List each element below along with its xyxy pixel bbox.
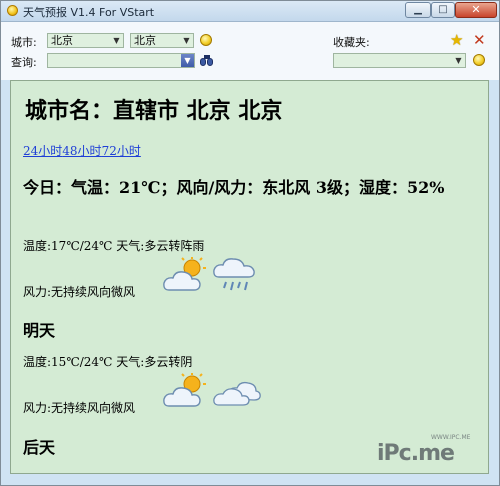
partly-cloudy-icon xyxy=(163,257,206,291)
day1-temperature: 温度:17℃/24℃ 天气:多云转阵雨 xyxy=(23,239,205,253)
binoculars-search-icon[interactable] xyxy=(200,55,214,67)
remove-favorite-icon[interactable]: ✕ xyxy=(473,33,486,48)
link-24h[interactable]: 24小时 xyxy=(23,144,62,158)
day1-wind: 风力:无持续风向微风 xyxy=(23,285,136,299)
chevron-down-icon[interactable]: ▼ xyxy=(181,54,194,67)
today-summary: 今日：气温：21℃；风向/风力：东北风 3级；湿度：52% xyxy=(23,178,445,197)
province-select[interactable]: 北京 ▼ xyxy=(47,33,124,48)
cloudy-icon xyxy=(213,381,261,406)
app-window: 天气预报 V1.4 For VStart ▁ □ ✕ 城市: 北京 ▼ 北京 ▼… xyxy=(0,0,500,486)
maximize-button[interactable]: □ xyxy=(431,2,455,18)
day-after-tomorrow-heading: 后天 xyxy=(23,438,56,457)
close-icon: ✕ xyxy=(471,3,481,16)
minimize-button[interactable]: ▁ xyxy=(405,2,431,18)
tomorrow-heading: 明天 xyxy=(23,321,56,340)
favorites-label: 收藏夹: xyxy=(333,36,370,49)
chevron-down-icon: ▼ xyxy=(113,36,120,45)
day2-temperature: 温度:15℃/24℃ 天气:多云转阴 xyxy=(23,355,193,369)
maximize-icon: □ xyxy=(438,4,448,15)
link-48h[interactable]: 48小时 xyxy=(62,144,101,158)
chevron-down-icon: ▼ xyxy=(183,36,190,45)
refresh-orb-icon[interactable] xyxy=(200,34,212,46)
partly-cloudy-icon xyxy=(163,373,206,407)
query-input[interactable]: ▼ xyxy=(47,53,195,68)
forecast-panel: 城市名：直辖市 北京 北京 24小时48小时72小时 今日：气温：21℃；风向/… xyxy=(10,80,489,474)
city-value: 北京 xyxy=(134,34,156,47)
city-title: 城市名：直辖市 北京 北京 xyxy=(25,98,283,124)
close-window-button[interactable]: ✕ xyxy=(455,2,497,18)
watermark-logo: iPc.me xyxy=(377,441,455,466)
city-label: 城市: xyxy=(11,36,37,49)
shower-rain-icon xyxy=(213,258,255,291)
minimize-icon: ▁ xyxy=(414,4,422,15)
favorites-select[interactable]: ▼ xyxy=(333,53,466,68)
forecast-range-links: 24小时48小时72小时 xyxy=(23,142,141,159)
star-favorite-icon[interactable]: ★ xyxy=(450,33,463,48)
favorites-go-orb-icon[interactable] xyxy=(473,54,485,66)
query-label: 查询: xyxy=(11,56,37,69)
toolbar: 城市: 北京 ▼ 北京 ▼ 查询: ▼ 收藏夹: ★ ✕ ▼ xyxy=(1,22,499,80)
day2-wind: 风力:无持续风向微风 xyxy=(23,401,136,415)
app-icon xyxy=(7,5,18,16)
window-title: 天气预报 V1.4 For VStart xyxy=(23,6,155,19)
link-72h[interactable]: 72小时 xyxy=(102,144,141,158)
title-bar[interactable]: 天气预报 V1.4 For VStart ▁ □ ✕ xyxy=(1,1,499,22)
watermark-url: WWW.IPC.ME xyxy=(431,434,471,441)
city-select[interactable]: 北京 ▼ xyxy=(130,33,194,48)
province-value: 北京 xyxy=(51,34,73,47)
chevron-down-icon: ▼ xyxy=(455,56,462,65)
